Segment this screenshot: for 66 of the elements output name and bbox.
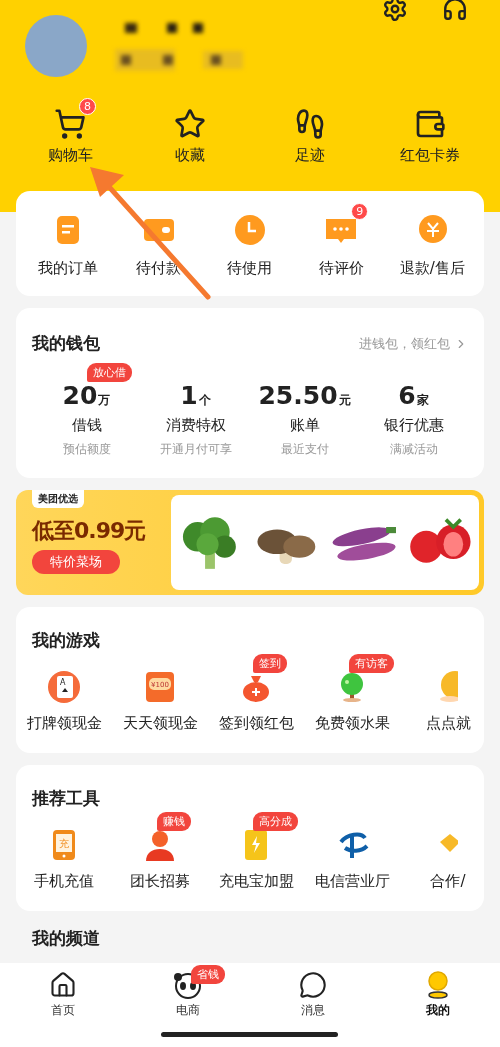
unit-label: 家 bbox=[416, 392, 429, 409]
order-label[interactable]: 待评价 bbox=[318, 259, 364, 278]
order-label[interactable]: 我的订单 bbox=[37, 259, 98, 278]
wallet-label[interactable]: 消费特权 bbox=[165, 416, 226, 435]
section-title: 我的钱包 bbox=[32, 332, 100, 355]
playing-card-icon: A bbox=[47, 670, 81, 704]
wallet-subtitle: 满减活动 bbox=[389, 441, 438, 458]
message-icon bbox=[298, 971, 327, 999]
promo-banner[interactable]: 美团优选 低至0.99元 特价菜场 bbox=[16, 490, 484, 595]
home-icon bbox=[48, 971, 77, 999]
section-title: 我的频道 bbox=[32, 928, 100, 948]
shortcut-label[interactable]: 团长招募 bbox=[130, 872, 190, 891]
person-icon bbox=[143, 828, 177, 862]
brand-tag: 美团优选 bbox=[32, 490, 84, 508]
wallet-value: 20 bbox=[62, 381, 98, 410]
shortcut-label[interactable]: 免费领水果 bbox=[314, 714, 390, 733]
tag-badge: 赚钱 bbox=[157, 812, 191, 831]
promo-button[interactable]: 特价菜场 bbox=[32, 550, 120, 574]
unit-label: 万 bbox=[98, 392, 111, 409]
wallet-value: 25.50 bbox=[258, 381, 338, 410]
tag-badge: 放心借 bbox=[86, 363, 132, 382]
count-badge: 9 bbox=[351, 203, 369, 220]
tag-badge: 高分成 bbox=[253, 812, 298, 831]
order-label[interactable]: 退款/售后 bbox=[399, 259, 465, 278]
shortcut-label[interactable]: 购物车 bbox=[47, 146, 93, 165]
cart-icon bbox=[54, 108, 86, 140]
shortcut-label[interactable]: 天天领现金 bbox=[122, 714, 198, 733]
shortcut-label[interactable]: 充电宝加盟 bbox=[218, 872, 294, 891]
footprint-icon bbox=[294, 108, 326, 140]
wallet-value: 1 bbox=[180, 381, 198, 410]
shortcut-label[interactable]: 电信营业厅 bbox=[314, 872, 390, 891]
count-badge: 8 bbox=[79, 98, 96, 115]
wallet-label[interactable]: 借钱 bbox=[71, 416, 102, 435]
shortcut-label[interactable]: 打牌领现金 bbox=[26, 714, 102, 733]
clock-icon bbox=[233, 213, 267, 247]
star-icon bbox=[174, 108, 206, 140]
wallet-subtitle: 开通月付可享 bbox=[159, 441, 232, 458]
coin-icon bbox=[438, 670, 458, 704]
wallet-label[interactable]: 银行优惠 bbox=[383, 416, 444, 435]
shortcut-label[interactable]: 点点就 bbox=[425, 714, 471, 733]
shortcut-label[interactable]: 红包卡券 bbox=[400, 146, 460, 165]
headset-icon[interactable] bbox=[442, 0, 468, 22]
wallet-icon bbox=[414, 108, 446, 140]
wallet-label[interactable]: 账单 bbox=[289, 416, 320, 435]
tag-badge: 签到 bbox=[253, 654, 287, 673]
tab[interactable]: 我的 bbox=[425, 1002, 450, 1019]
section-title: 我的游戏 bbox=[31, 630, 100, 650]
wallet-subtitle: 最近支付 bbox=[280, 441, 329, 458]
tag-badge: 有访客 bbox=[349, 654, 394, 673]
tab[interactable]: 消息 bbox=[300, 1002, 325, 1019]
order-label[interactable]: 待使用 bbox=[227, 259, 273, 278]
wallet-value: 6 bbox=[398, 381, 416, 410]
unit-label: 个 bbox=[198, 392, 211, 409]
wallet-subtitle: 预估额度 bbox=[62, 441, 111, 458]
unit-label: 元 bbox=[338, 392, 351, 409]
shortcut-label[interactable]: 合作/ bbox=[430, 872, 466, 891]
tag-badge: 省钱 bbox=[190, 965, 225, 984]
shortcut-label[interactable]: 足迹 bbox=[295, 146, 325, 165]
promo-headline: 低至0.99元 bbox=[32, 517, 146, 545]
settings-icon[interactable] bbox=[382, 0, 408, 22]
section-title: 推荐工具 bbox=[30, 788, 100, 808]
tab[interactable]: 电商 bbox=[175, 1002, 200, 1019]
shortcut-label[interactable]: 签到领红包 bbox=[218, 714, 294, 733]
shortcut-label[interactable]: 手机充值 bbox=[34, 872, 94, 891]
tab[interactable]: 首页 bbox=[50, 1002, 75, 1019]
shortcut-label[interactable]: 收藏 bbox=[175, 146, 205, 165]
